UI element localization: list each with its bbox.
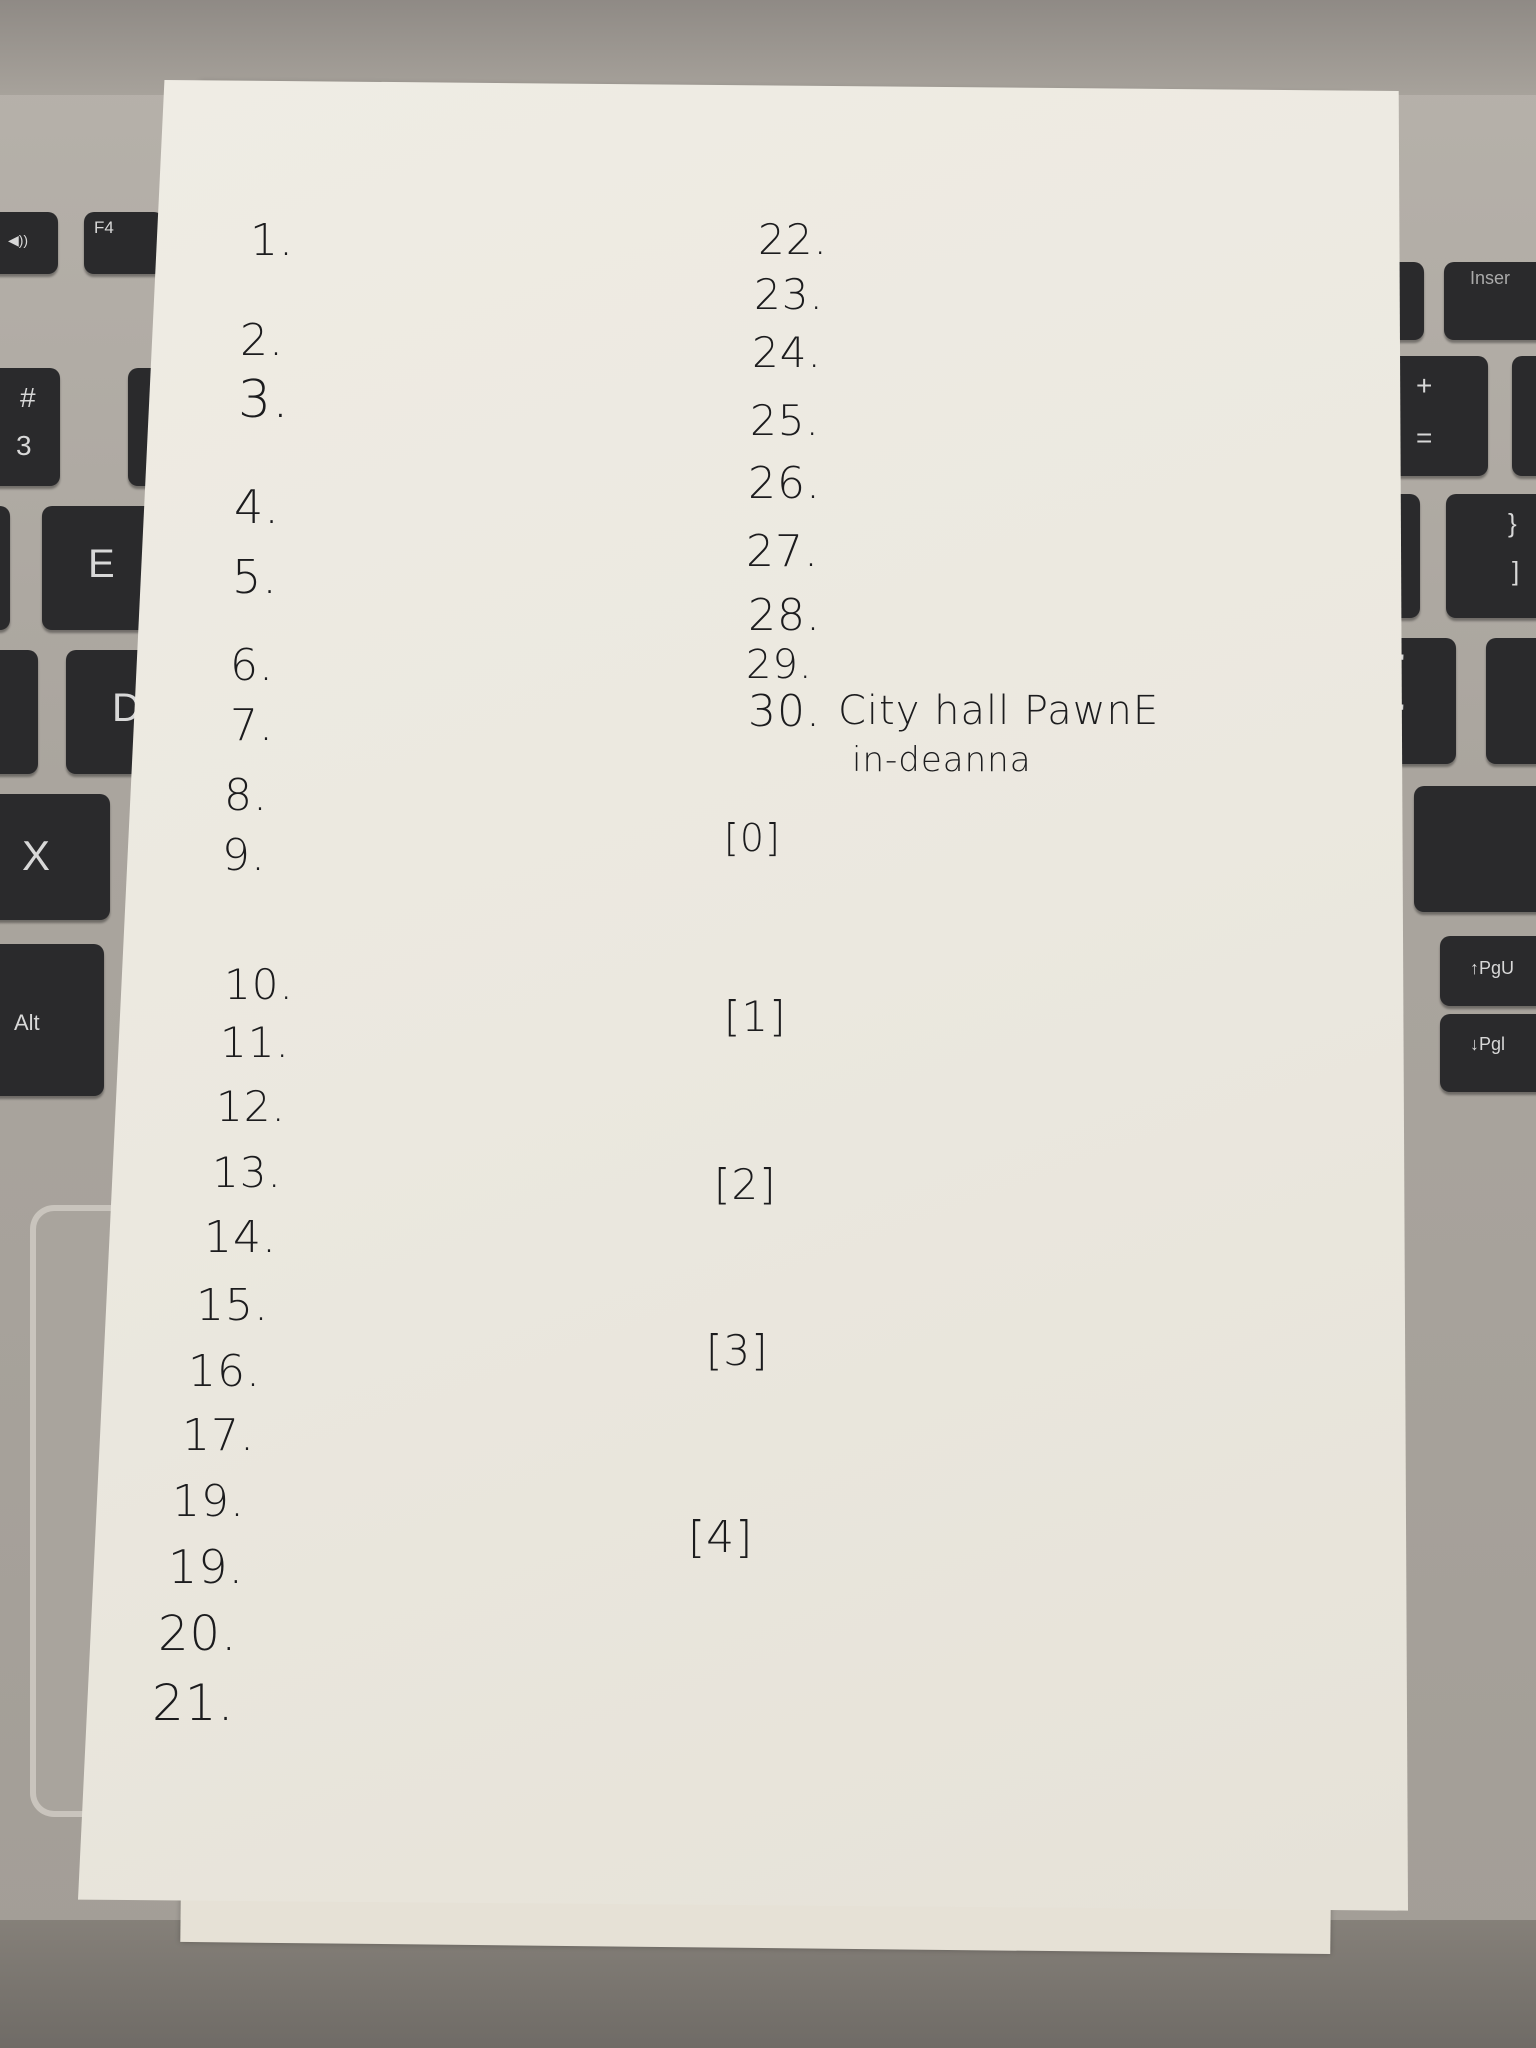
list-number: 10. xyxy=(224,960,294,1009)
key-pgdn[interactable]: ↓Pgl xyxy=(1440,1014,1536,1092)
key-label-bottom: = xyxy=(1416,422,1433,453)
key-left-edge-2 xyxy=(0,650,38,774)
list-number: 24. xyxy=(752,328,822,377)
list-number: 14. xyxy=(204,1212,277,1263)
list-number: 13. xyxy=(212,1148,282,1197)
key-label: ↑PgU xyxy=(1470,958,1515,978)
key-label-top: # xyxy=(20,382,36,413)
list-number: 16. xyxy=(188,1346,261,1397)
list-number: 7. xyxy=(230,700,274,751)
key-label: F4 xyxy=(94,218,114,237)
entry-30-text: City hall PawnE xyxy=(838,688,1160,734)
bracket-mark: [2] xyxy=(714,1160,777,1209)
key-right-edge-1 xyxy=(1512,356,1536,476)
volume-icon: ◀)) xyxy=(8,232,29,248)
key-pgup[interactable]: ↑PgU xyxy=(1440,936,1536,1006)
key-right-edge-4 xyxy=(1414,786,1536,912)
list-number: 22. xyxy=(758,215,828,264)
list-number: 20. xyxy=(158,1606,238,1662)
list-number: 1. xyxy=(250,215,294,266)
list-number: 9. xyxy=(222,830,266,881)
handwritten-paper: 1. 2. 3. 4. 5. 6. 7. 8. 9. 10. 11. 12. 1… xyxy=(78,80,1408,1911)
key-label: X xyxy=(22,832,51,879)
list-number: 11. xyxy=(220,1018,290,1067)
key-label: ↓Pgl xyxy=(1470,1034,1506,1054)
key-x[interactable]: X xyxy=(0,794,110,920)
key-label-bottom: 3 xyxy=(16,430,32,461)
list-number: 6. xyxy=(230,640,274,691)
key-label-top: } xyxy=(1508,508,1517,538)
bracket-mark: [3] xyxy=(706,1326,769,1375)
list-number: 19. xyxy=(168,1540,245,1594)
bracket-mark: [1] xyxy=(724,992,787,1041)
entry-30-subtext: in-deanna xyxy=(852,740,1032,780)
list-number: 21. xyxy=(152,1674,235,1732)
list-number: 4. xyxy=(234,480,280,534)
key-bracket-close[interactable]: } ] xyxy=(1446,494,1536,618)
list-number: 3. xyxy=(238,370,290,430)
list-number: 17. xyxy=(182,1410,255,1461)
list-number: 15. xyxy=(196,1280,269,1331)
list-number: 2. xyxy=(240,315,284,366)
list-number: 12. xyxy=(216,1082,286,1131)
key-insert[interactable]: Inser xyxy=(1444,262,1536,340)
list-number: 25. xyxy=(750,396,820,445)
list-number: 30. xyxy=(748,686,821,737)
key-label: E xyxy=(88,542,115,586)
key-label-top: + xyxy=(1416,370,1433,401)
list-number: 23. xyxy=(754,270,824,319)
key-alt[interactable]: Alt xyxy=(0,944,104,1096)
key-label-bottom: ] xyxy=(1512,556,1520,586)
list-number: 8. xyxy=(224,770,268,821)
list-number: 27. xyxy=(746,526,819,577)
key-left-edge-1 xyxy=(0,506,10,630)
list-number: 26. xyxy=(748,458,821,509)
key-3[interactable]: # 3 xyxy=(0,368,60,486)
key-volume[interactable]: ◀)) xyxy=(0,212,58,274)
bracket-mark: [4] xyxy=(688,1512,754,1563)
list-number: 19. xyxy=(172,1476,245,1527)
key-right-edge-2 xyxy=(1486,638,1536,764)
bracket-mark: [0] xyxy=(724,816,781,860)
list-number: 28. xyxy=(748,590,821,641)
list-number: 5. xyxy=(232,550,278,604)
key-label: Alt xyxy=(14,1010,40,1035)
list-number: 29. xyxy=(746,642,813,688)
key-f4[interactable]: F4 xyxy=(84,212,164,274)
key-label: Inser xyxy=(1470,268,1511,288)
